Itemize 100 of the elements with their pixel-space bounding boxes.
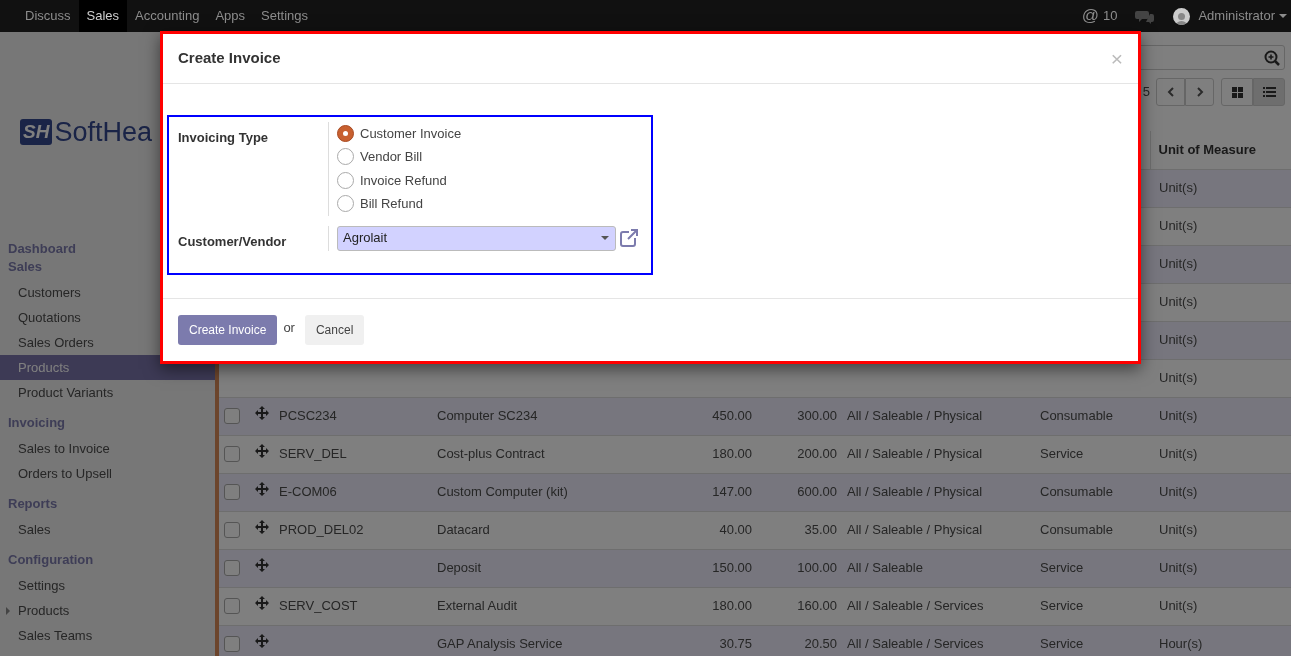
app-menu-item[interactable]: Sales <box>78 0 128 32</box>
table-cell: Unit(s) <box>1159 522 1198 538</box>
table-cell: 180.00 <box>712 598 752 614</box>
app-menu-item[interactable]: Apps <box>207 0 253 32</box>
sidebar-item[interactable]: Sales Teams <box>0 623 215 648</box>
drag-handle-icon <box>255 634 269 649</box>
table-cell: 30.75 <box>719 636 752 652</box>
app-menu-item[interactable]: Accounting <box>127 0 208 32</box>
table-cell: External Audit <box>437 598 518 614</box>
table-cell: Unit(s) <box>1159 446 1198 462</box>
drag-handle-icon <box>255 596 269 611</box>
row-checkbox[interactable] <box>224 446 240 462</box>
table-cell: All / Saleable <box>847 560 923 576</box>
table-cell: Datacard <box>437 522 490 538</box>
radio-label[interactable]: Invoice Refund <box>360 170 447 191</box>
chevron-left-icon <box>1166 87 1175 97</box>
table-cell: E-COM06 <box>279 484 337 500</box>
table-cell: Consumable <box>1040 408 1113 424</box>
caret-icon <box>1279 14 1287 18</box>
mentions-counter[interactable]: @ 10 <box>1081 3 1118 29</box>
row-checkbox[interactable] <box>224 636 240 652</box>
sidebar-heading: Invoicing <box>7 414 67 432</box>
sidebar-item[interactable]: Products <box>0 598 215 623</box>
table-cell: Unit(s) <box>1159 408 1198 424</box>
logo-text: SoftHea <box>54 118 152 146</box>
user-menu[interactable]: Administrator <box>1198 6 1287 26</box>
field-label: Customer/Vendor <box>177 232 288 251</box>
table-cell: Service <box>1040 446 1084 462</box>
app-menu-item[interactable]: Settings <box>253 0 316 32</box>
radio-label[interactable]: Customer Invoice <box>360 123 462 144</box>
radio-label[interactable]: Bill Refund <box>360 194 423 214</box>
logo-mark: SH <box>20 119 53 145</box>
table-cell: Service <box>1040 598 1084 614</box>
table-cell: Cost-plus Contract <box>437 446 545 462</box>
drag-handle-icon <box>255 406 269 421</box>
sidebar-item[interactable]: Sales to Invoice <box>0 436 215 461</box>
previous-button[interactable] <box>1156 78 1185 106</box>
caret-icon <box>601 236 609 241</box>
table-cell: Service <box>1040 560 1084 576</box>
column-header[interactable]: Unit of Measure <box>1150 131 1291 169</box>
table-cell: Hour(s) <box>1159 636 1203 652</box>
table-cell: 450.00 <box>712 408 752 424</box>
sidebar-heading: Configuration <box>7 551 95 569</box>
table-cell: Unit(s) <box>1159 370 1198 386</box>
view-switch-button[interactable] <box>1253 78 1285 106</box>
dialog-title: Create Invoice <box>178 48 281 69</box>
radio-button[interactable] <box>337 195 354 213</box>
radio-button[interactable] <box>337 148 354 166</box>
row-checkbox[interactable] <box>224 484 240 500</box>
table-cell: PROD_DEL02 <box>279 522 364 538</box>
table-cell: Unit(s) <box>1159 332 1198 348</box>
sidebar-heading: Sales <box>7 258 43 276</box>
radio-button[interactable] <box>337 171 354 189</box>
grid-icon <box>1231 86 1243 98</box>
table-cell: Custom Computer (kit) <box>437 484 568 500</box>
search-icon <box>1264 49 1280 66</box>
sidebar-item[interactable]: Sales <box>0 517 215 542</box>
table-cell: PCSC234 <box>279 408 337 424</box>
create-invoice-button[interactable]: Create Invoice <box>178 315 278 345</box>
row-checkbox[interactable] <box>224 560 240 576</box>
row-checkbox[interactable] <box>224 522 240 538</box>
avatar-icon <box>1173 7 1191 25</box>
table-cell: All / Saleable / Physical <box>847 522 983 538</box>
customer-select[interactable]: Agrolait <box>337 225 616 251</box>
table-cell: 160.00 <box>797 598 837 614</box>
table-cell: Computer SC234 <box>437 408 538 424</box>
table-cell: Service <box>1040 636 1084 652</box>
table-cell: Unit(s) <box>1159 256 1198 272</box>
sidebar-item[interactable]: Products <box>0 355 215 380</box>
table-cell: 147.00 <box>712 484 752 500</box>
table-cell: 20.50 <box>804 636 837 652</box>
table-cell: 300.00 <box>797 408 837 424</box>
cancel-button[interactable]: Cancel <box>304 315 365 345</box>
next-button[interactable] <box>1185 78 1214 106</box>
table-cell: Deposit <box>437 560 482 576</box>
drag-handle-icon <box>255 558 269 573</box>
table-cell: GAP Analysis Service <box>437 636 563 652</box>
radio-button[interactable] <box>337 124 354 142</box>
sidebar-item[interactable]: Settings <box>0 573 215 598</box>
table-cell: 200.00 <box>797 446 837 462</box>
radio-label[interactable]: Vendor Bill <box>360 147 423 167</box>
table-cell: 35.00 <box>804 522 837 538</box>
table-cell: Unit(s) <box>1159 560 1198 576</box>
app-menu-item[interactable]: Discuss <box>17 0 79 32</box>
table-cell: Unit(s) <box>1159 180 1198 196</box>
table-cell: SERV_DEL <box>279 446 347 462</box>
external-link-icon[interactable] <box>620 229 638 248</box>
row-checkbox[interactable] <box>224 408 240 424</box>
sidebar-item[interactable]: Orders to Upsell <box>0 461 215 486</box>
table-cell: Consumable <box>1040 484 1113 500</box>
row-checkbox[interactable] <box>224 598 240 614</box>
sidebar-item[interactable]: Product Variants <box>0 380 215 405</box>
view-switch-button[interactable] <box>1221 78 1253 106</box>
table-cell: All / Saleable / Services <box>847 598 984 614</box>
table-cell: 180.00 <box>712 446 752 462</box>
table-cell: All / Saleable / Physical <box>847 408 983 424</box>
pager-value: 5 <box>1142 83 1150 102</box>
table-cell: 600.00 <box>797 484 837 500</box>
table-cell: All / Saleable / Physical <box>847 484 983 500</box>
chevron-right-icon <box>1195 87 1204 97</box>
